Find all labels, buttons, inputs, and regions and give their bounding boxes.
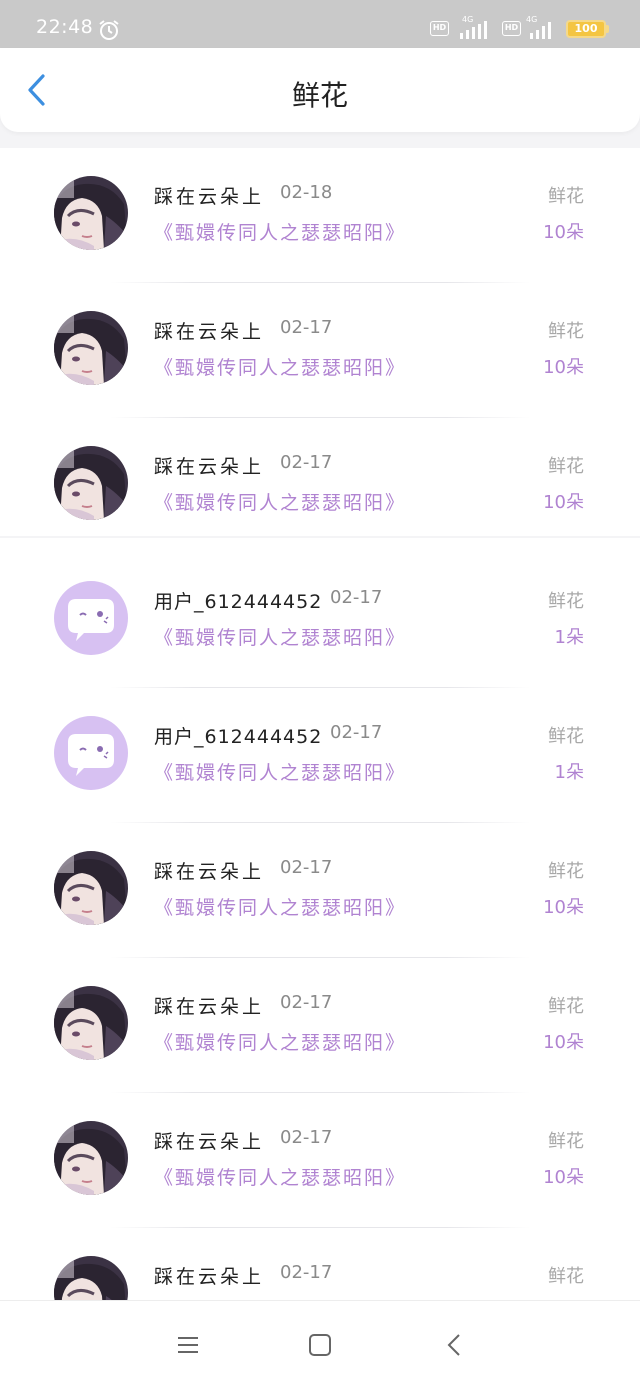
gift-type: 鲜花 <box>548 1266 584 1287</box>
book-title-link[interactable]: 《甄嬛传同人之瑟瑟昭阳》 <box>154 623 406 650</box>
anime-girl-avatar-icon <box>54 311 128 385</box>
gift-type: 鲜花 <box>548 1131 584 1152</box>
anime-girl-avatar[interactable] <box>54 1256 128 1300</box>
record-row[interactable]: 踩在云朵上 02-17 《甄嬛传同人之瑟瑟昭阳》 鲜花 10朵 <box>0 1228 640 1300</box>
home-button[interactable] <box>298 1323 342 1367</box>
anime-girl-avatar[interactable] <box>54 176 128 250</box>
default-chat-avatar-icon <box>54 716 128 790</box>
user-name[interactable]: 用户_612444452 <box>154 587 322 614</box>
signal-bars-icon <box>460 21 487 39</box>
gift-count: 10朵 <box>543 357 584 378</box>
anime-girl-avatar-icon <box>54 446 128 520</box>
user-name[interactable]: 踩在云朵上 <box>154 1127 264 1154</box>
record-row[interactable]: 踩在云朵上 02-17 《甄嬛传同人之瑟瑟昭阳》 鲜花 10朵 <box>0 283 640 418</box>
user-name[interactable]: 踩在云朵上 <box>154 182 264 209</box>
home-square-icon <box>309 1334 331 1356</box>
record-date: 02-17 <box>280 857 333 878</box>
gift-type: 鲜花 <box>548 591 584 612</box>
anime-girl-avatar-icon <box>54 1256 128 1300</box>
alarm-clock-icon <box>99 20 119 40</box>
flower-records-list[interactable]: 踩在云朵上 02-18 《甄嬛传同人之瑟瑟昭阳》 鲜花 10朵 踩在云朵上 02… <box>0 148 640 1300</box>
gift-type: 鲜花 <box>548 996 584 1017</box>
user-name[interactable]: 踩在云朵上 <box>154 992 264 1019</box>
book-title-link[interactable]: 《甄嬛传同人之瑟瑟昭阳》 <box>154 758 406 785</box>
record-date: 02-17 <box>280 1127 333 1148</box>
user-name[interactable]: 踩在云朵上 <box>154 1262 264 1289</box>
status-bar: 22:48 HD 4G HD 4G 100 <box>0 0 640 48</box>
default-chat-avatar[interactable] <box>54 581 128 655</box>
record-date: 02-17 <box>280 1262 333 1283</box>
app-header: 鲜花 <box>0 48 640 132</box>
signal-bars-icon <box>530 22 551 39</box>
gift-type: 鲜花 <box>548 456 584 477</box>
gift-count: 10朵 <box>543 1032 584 1053</box>
back-triangle-icon <box>447 1334 460 1356</box>
gift-type: 鲜花 <box>548 726 584 747</box>
system-back-button[interactable] <box>432 1323 476 1367</box>
record-row[interactable]: 用户_612444452 02-17 《甄嬛传同人之瑟瑟昭阳》 鲜花 1朵 <box>0 688 640 823</box>
sim1-hd-badge: HD <box>430 21 449 36</box>
record-row[interactable]: 用户_612444452 02-17 《甄嬛传同人之瑟瑟昭阳》 鲜花 1朵 <box>0 553 640 688</box>
book-title-link[interactable]: 《甄嬛传同人之瑟瑟昭阳》 <box>154 488 406 515</box>
user-name[interactable]: 踩在云朵上 <box>154 317 264 344</box>
default-chat-avatar-icon <box>54 581 128 655</box>
record-date: 02-17 <box>330 587 383 608</box>
record-row[interactable]: 踩在云朵上 02-17 《甄嬛传同人之瑟瑟昭阳》 鲜花 10朵 <box>0 823 640 958</box>
system-nav-bar <box>0 1300 640 1387</box>
battery-level: 100 <box>574 22 598 35</box>
record-date: 02-18 <box>280 182 333 203</box>
record-date: 02-17 <box>330 722 383 743</box>
anime-girl-avatar[interactable] <box>54 446 128 520</box>
anime-girl-avatar-icon <box>54 851 128 925</box>
default-chat-avatar[interactable] <box>54 716 128 790</box>
gift-count: 10朵 <box>543 222 584 243</box>
book-title-link[interactable]: 《甄嬛传同人之瑟瑟昭阳》 <box>154 353 406 380</box>
page-title: 鲜花 <box>291 79 348 112</box>
status-time: 22:48 <box>36 16 94 38</box>
battery-tip <box>606 25 609 33</box>
menu-icon <box>178 1337 198 1353</box>
user-name[interactable]: 用户_612444452 <box>154 722 322 749</box>
book-title-link[interactable]: 《甄嬛传同人之瑟瑟昭阳》 <box>154 893 406 920</box>
user-name[interactable]: 踩在云朵上 <box>154 452 264 479</box>
anime-girl-avatar-icon <box>54 1121 128 1195</box>
anime-girl-avatar-icon <box>54 986 128 1060</box>
book-title-link[interactable]: 《甄嬛传同人之瑟瑟昭阳》 <box>154 218 406 245</box>
book-title-link[interactable]: 《甄嬛传同人之瑟瑟昭阳》 <box>154 1163 406 1190</box>
record-date: 02-17 <box>280 452 333 473</box>
record-date: 02-17 <box>280 317 333 338</box>
record-row[interactable]: 踩在云朵上 02-17 《甄嬛传同人之瑟瑟昭阳》 鲜花 10朵 <box>0 958 640 1093</box>
gift-type: 鲜花 <box>548 861 584 882</box>
gift-count: 1朵 <box>554 762 584 783</box>
record-row[interactable]: 踩在云朵上 02-17 《甄嬛传同人之瑟瑟昭阳》 鲜花 10朵 <box>0 418 640 553</box>
record-date: 02-17 <box>280 992 333 1013</box>
gift-count: 10朵 <box>543 492 584 513</box>
gift-count: 10朵 <box>543 1167 584 1188</box>
record-row[interactable]: 踩在云朵上 02-17 《甄嬛传同人之瑟瑟昭阳》 鲜花 10朵 <box>0 1093 640 1228</box>
record-row[interactable]: 踩在云朵上 02-18 《甄嬛传同人之瑟瑟昭阳》 鲜花 10朵 <box>0 148 640 283</box>
anime-girl-avatar-icon <box>54 176 128 250</box>
anime-girl-avatar[interactable] <box>54 1121 128 1195</box>
menu-button[interactable] <box>166 1323 210 1367</box>
anime-girl-avatar[interactable] <box>54 986 128 1060</box>
gift-type: 鲜花 <box>548 186 584 207</box>
battery-icon: 100 <box>566 20 606 38</box>
gift-type: 鲜花 <box>548 321 584 342</box>
anime-girl-avatar[interactable] <box>54 851 128 925</box>
gift-count: 10朵 <box>543 897 584 918</box>
sim2-hd-badge: HD <box>502 21 521 36</box>
gift-count: 1朵 <box>554 627 584 648</box>
book-title-link[interactable]: 《甄嬛传同人之瑟瑟昭阳》 <box>154 1028 406 1055</box>
anime-girl-avatar[interactable] <box>54 311 128 385</box>
user-name[interactable]: 踩在云朵上 <box>154 857 264 884</box>
